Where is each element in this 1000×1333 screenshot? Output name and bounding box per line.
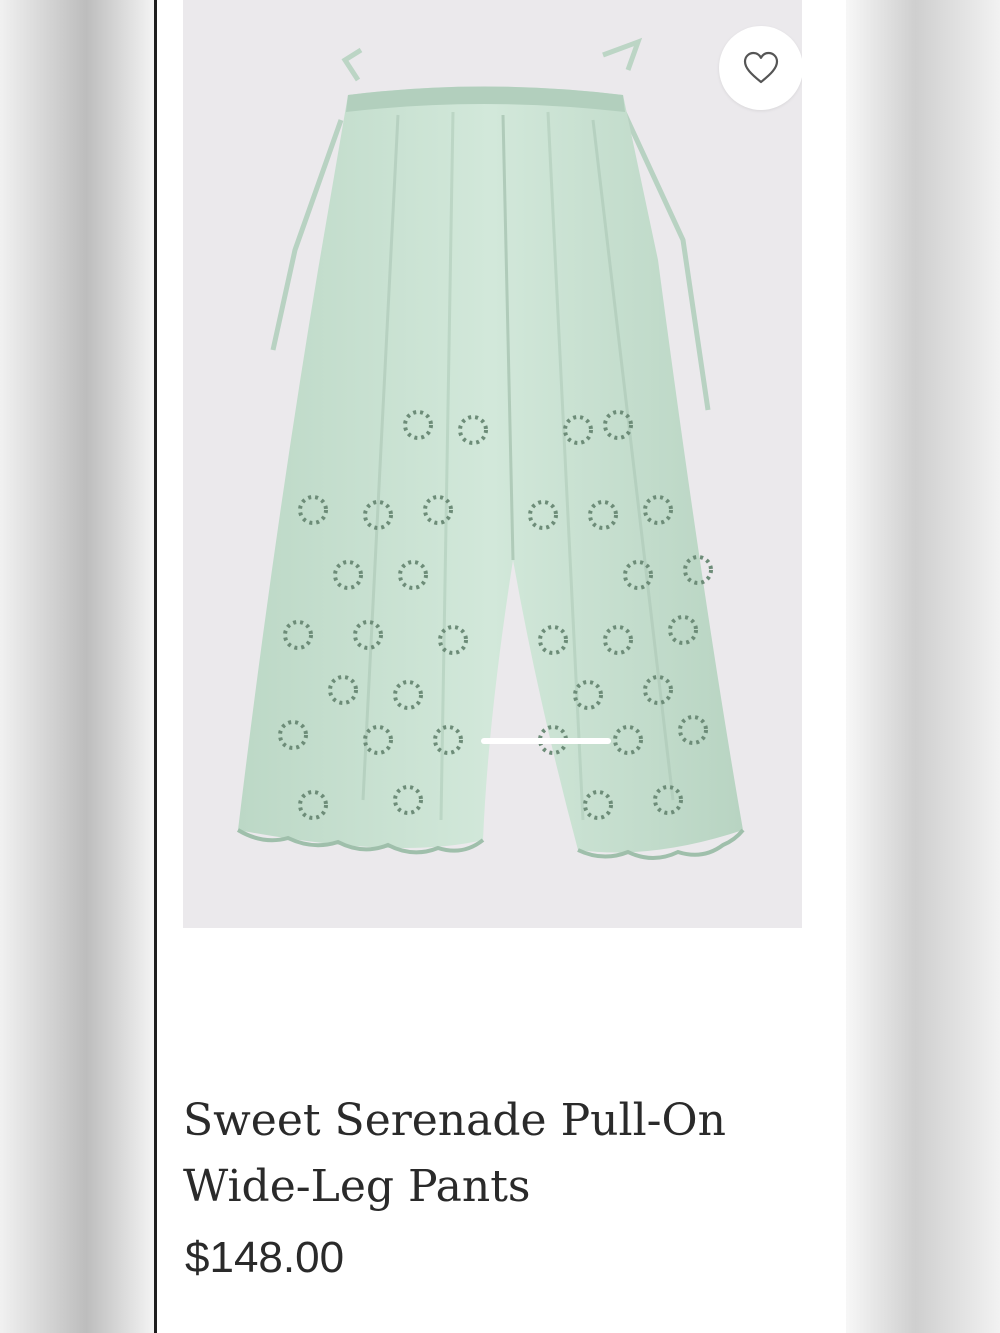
pants-illustration: [236, 37, 745, 860]
favorite-button[interactable]: [719, 26, 802, 110]
left-backdrop: [0, 0, 157, 1333]
product-title[interactable]: Sweet Serenade Pull-On Wide-Leg Pants: [183, 1088, 823, 1220]
carousel-indicator[interactable]: [481, 738, 611, 744]
right-backdrop: [846, 0, 1000, 1333]
heart-icon: [743, 51, 779, 84]
product-price: $148.00: [185, 1233, 345, 1282]
product-image[interactable]: [183, 0, 802, 928]
product-card[interactable]: Sweet Serenade Pull-On Wide-Leg Pants $1…: [157, 0, 846, 1333]
